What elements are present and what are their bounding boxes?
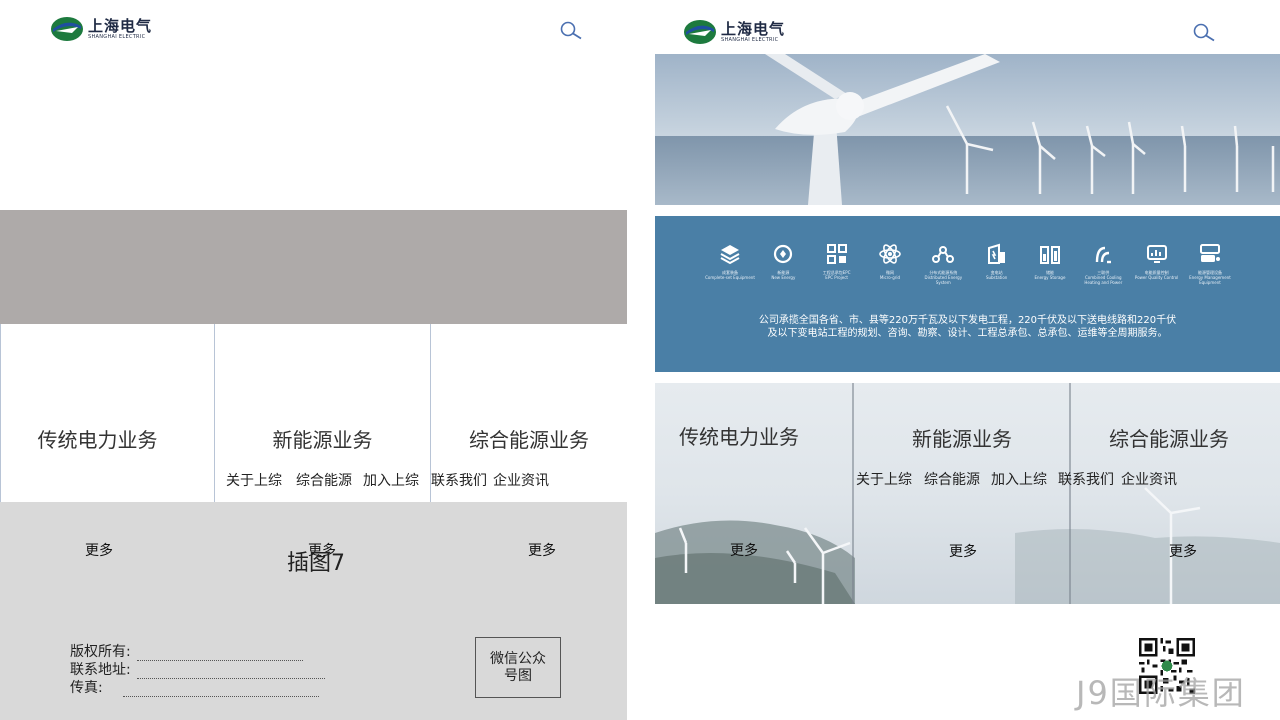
service-caption: 变电站 Substation (986, 270, 1007, 280)
nav-about[interactable]: 关于上综 (226, 470, 296, 490)
footer-copyright: 版权所有: (70, 641, 303, 661)
layers-icon (720, 245, 740, 265)
service-caption-en: Energy Storage (1034, 275, 1066, 280)
service-caption: 储能 Energy Storage (1035, 270, 1066, 280)
service-caption: 成套装备 Complete-set Equipment (705, 270, 755, 280)
service-battery[interactable]: 储能 Energy Storage (1025, 242, 1075, 285)
card-traditional-power[interactable]: 传统电力业务 (0, 324, 215, 502)
nav-integrated-energy[interactable]: 综合能源 (924, 469, 991, 489)
service-caption-en: Energy Management Equipment (1189, 275, 1231, 285)
service-caption-en: EPC Project (825, 275, 848, 280)
nav-contact[interactable]: 联系我们 (1058, 469, 1121, 489)
service-substation[interactable]: 变电站 Substation (972, 242, 1022, 285)
more-link[interactable]: 更多 (528, 540, 556, 560)
service-power[interactable]: 三联供 Combined Cooling Heating and Power (1078, 242, 1128, 285)
search-icon[interactable] (559, 20, 585, 42)
nav-news[interactable]: 企业资讯 (493, 470, 549, 490)
service-caption: 电能质量控制 Power Quality Control (1135, 270, 1178, 280)
company-intro: 公司承揽全国各省、市、县等220万千瓦及以下发电工程，220千伏及以下送电线路和… (655, 314, 1280, 340)
service-monitor[interactable]: 电能质量控制 Power Quality Control (1132, 242, 1182, 285)
shanghai-electric-logo-icon (684, 20, 716, 44)
card-title[interactable]: 综合能源业务 (1109, 423, 1229, 452)
nav-join[interactable]: 加入上综 (991, 469, 1058, 489)
service-caption: 微网 Micro-grid (880, 270, 900, 280)
logo-en-text: SHANGHAI ELECTRIC (721, 36, 779, 43)
service-caption-en: Complete-set Equipment (705, 275, 755, 280)
service-caption: 工程总承包EPC EPC Project (823, 270, 851, 280)
right-logo[interactable]: 上海电气 SHANGHAI ELECTRIC (683, 19, 785, 45)
card-title[interactable]: 传统电力业务 (679, 421, 799, 450)
nav-join[interactable]: 加入上综 (363, 470, 431, 490)
monitor-icon (1146, 245, 1167, 263)
illustration-placeholder-label: 插图7 (287, 551, 345, 576)
device-icon (1199, 244, 1220, 262)
service-caption-en: Combined Cooling Heating and Power (1084, 275, 1123, 285)
network-icon (932, 246, 955, 263)
banner-placeholder (0, 210, 627, 324)
services-band: 成套装备 Complete-set Equipment 新能源 New Energy 工… (655, 216, 1280, 372)
service-caption: 新能源 New Energy (771, 270, 795, 280)
service-caption-en: Power Quality Control (1134, 275, 1179, 280)
service-recycle[interactable]: 新能源 New Energy (758, 242, 808, 285)
service-device[interactable]: 能源管理设备 Energy Management Equipment (1185, 242, 1235, 285)
logo-cn-text: 上海电气 (88, 16, 153, 35)
search-icon[interactable] (1192, 22, 1218, 44)
footer-copyright-label: 版权所有: (70, 644, 131, 660)
card-title: 新能源业务 (272, 428, 373, 452)
card-title: 传统电力业务 (37, 428, 158, 452)
footer-fax: 传真: (70, 677, 319, 697)
service-atom[interactable]: 微网 Micro-grid (865, 242, 915, 285)
service-caption-en: Micro-grid (879, 275, 901, 280)
nav-integrated-energy[interactable]: 综合能源 (296, 470, 363, 490)
more-link[interactable]: 更多 (949, 541, 977, 561)
intro-line: 及以下变电站工程的规划、咨询、勘察、设计、工程总承包、总承包、运维等全周期服务。 (767, 328, 1168, 339)
service-caption-en: New Energy (771, 275, 796, 280)
service-caption-en: Distributed Energy System (924, 275, 963, 285)
footer-address-label: 联系地址: (70, 662, 131, 678)
service-layers[interactable]: 成套装备 Complete-set Equipment (705, 242, 755, 285)
left-logo[interactable]: 上海电气 SHANGHAI ELECTRIC (50, 16, 152, 42)
substation-icon (987, 243, 1005, 264)
service-caption-en: Substation (985, 275, 1008, 280)
hero-wind-turbine-image (655, 54, 1280, 205)
nav-news[interactable]: 企业资讯 (1121, 469, 1177, 489)
footer-address: 联系地址: (70, 659, 325, 679)
recycle-icon (774, 244, 793, 264)
service-grid[interactable]: 工程总承包EPC EPC Project (812, 242, 862, 285)
power-icon (1096, 246, 1112, 264)
card-title: 综合能源业务 (469, 428, 589, 452)
battery-icon (1039, 246, 1060, 264)
business-cards-landscape: 传统电力业务 新能源业务 综合能源业务 关于上综 综合能源 加入上综 联系我们 … (655, 383, 1280, 604)
logo-cn-text: 上海电气 (721, 19, 786, 38)
grid-icon (826, 244, 847, 264)
nav-contact[interactable]: 联系我们 (431, 470, 493, 490)
shanghai-electric-logo-icon (51, 17, 83, 41)
service-caption: 能源管理设备 Energy Management Equipment (1185, 270, 1235, 285)
atom-icon (879, 244, 901, 264)
watermark-text: J9国际集团 (1076, 674, 1246, 712)
nav-about[interactable]: 关于上综 (856, 469, 924, 489)
right-nav: 关于上综 综合能源 加入上综 联系我们 企业资讯 (856, 469, 1177, 489)
more-link[interactable]: 更多 (85, 540, 113, 560)
more-link[interactable]: 更多 (1169, 541, 1197, 561)
more-link[interactable]: 更多 (730, 540, 758, 560)
wechat-qr-placeholder: 微信公众号图 (475, 637, 561, 698)
services-icons-row: 成套装备 Complete-set Equipment 新能源 New Energy 工… (705, 242, 1235, 285)
service-network[interactable]: 分布式能源系统 Distributed Energy System (918, 242, 968, 285)
intro-line: 公司承揽全国各省、市、县等220万千瓦及以下发电工程，220千伏及以下送电线路和… (758, 315, 1177, 326)
landscape-background-image (655, 383, 1280, 604)
service-caption: 三联供 Combined Cooling Heating and Power (1078, 270, 1128, 285)
wechat-label: 微信公众号图 (490, 650, 546, 684)
service-caption: 分布式能源系统 Distributed Energy System (918, 270, 968, 285)
footer-dots (122, 687, 319, 697)
card-divider (1069, 383, 1071, 604)
logo-en-text: SHANGHAI ELECTRIC (88, 33, 146, 40)
footer-fax-label: 传真: (70, 680, 103, 696)
card-title[interactable]: 新能源业务 (912, 423, 1012, 452)
left-nav: 关于上综 综合能源 加入上综 联系我们 企业资讯 (226, 470, 549, 490)
card-divider (852, 383, 854, 604)
